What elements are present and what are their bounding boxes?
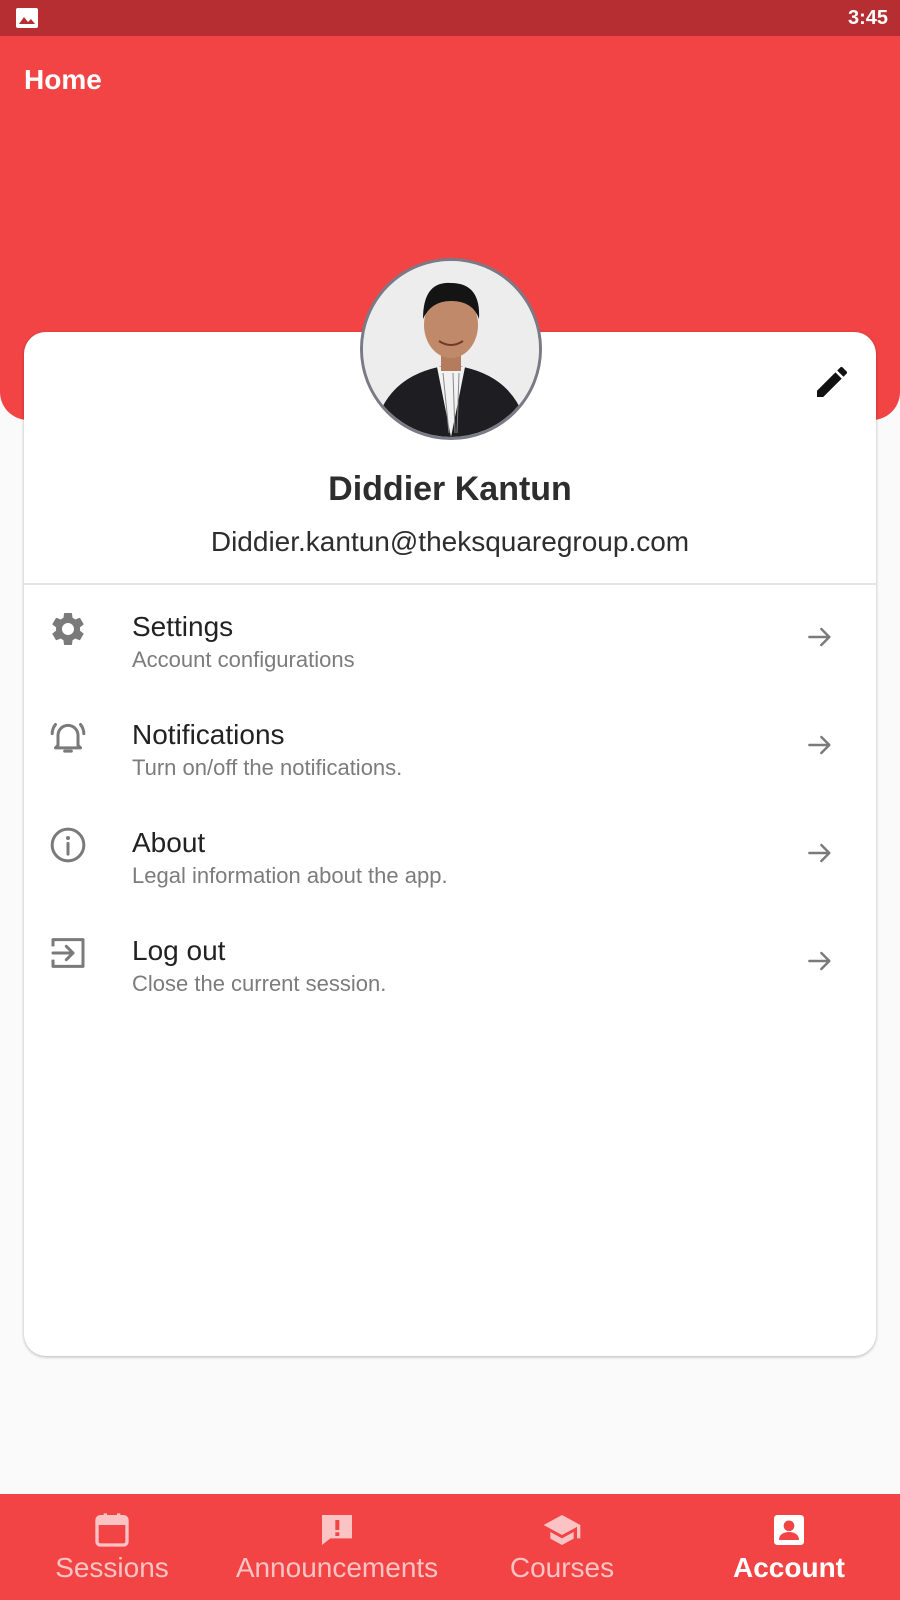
nav-label: Account [733,1552,845,1583]
menu-item-subtitle: Account configurations [132,647,355,672]
info-icon [48,825,88,865]
account-box-icon [769,1510,809,1550]
menu-item-subtitle: Close the current session. [132,971,387,996]
arrow-right-icon [804,621,836,653]
status-time: 3:45 [847,7,888,29]
menu-item-logout[interactable]: Log out Close the current session. [24,909,876,1017]
menu-item-title: Settings [132,611,234,642]
nav-item-sessions[interactable]: Sessions [40,1494,184,1600]
nav-item-courses[interactable]: Courses [502,1494,622,1600]
profile-name: Diddier Kantun [328,470,572,508]
menu-item-subtitle: Legal information about the app. [132,863,448,888]
nav-item-announcements[interactable]: Announcements [224,1494,450,1600]
menu-item-notifications[interactable]: Notifications Turn on/off the notificati… [24,693,876,801]
menu-item-subtitle: Turn on/off the notifications. [132,755,403,780]
arrow-right-icon [804,729,836,761]
bottom-navigation: Sessions Announcements Courses Account [0,1494,900,1600]
menu-item-title: Notifications [132,719,285,750]
pencil-icon [812,366,852,406]
menu-item-title: Log out [132,935,226,966]
nav-label: Announcements [235,1552,439,1583]
graduation-cap-icon [542,1510,582,1550]
profile-card: Diddier Kantun Diddier.kantun@theksquare… [24,258,876,1356]
profile-email: Diddier.kantun@theksquaregroup.com [210,526,690,557]
page-title: Home [24,64,102,95]
status-bar: 3:45 [0,0,900,36]
image-icon [16,8,38,28]
menu-item-about[interactable]: About Legal information about the app. [24,801,876,909]
edit-profile-button[interactable] [812,362,852,402]
nav-item-account[interactable]: Account [724,1494,854,1600]
gear-icon [48,609,88,649]
nav-label: Sessions [55,1552,169,1583]
avatar [360,258,542,440]
menu-item-title: About [132,827,206,858]
bell-icon [48,717,88,757]
calendar-icon [92,1510,132,1550]
logout-icon [48,933,88,973]
announcement-icon [317,1510,357,1550]
arrow-right-icon [804,945,836,977]
menu-item-settings[interactable]: Settings Account configurations [24,585,876,693]
nav-label: Courses [509,1552,615,1583]
arrow-right-icon [804,837,836,869]
